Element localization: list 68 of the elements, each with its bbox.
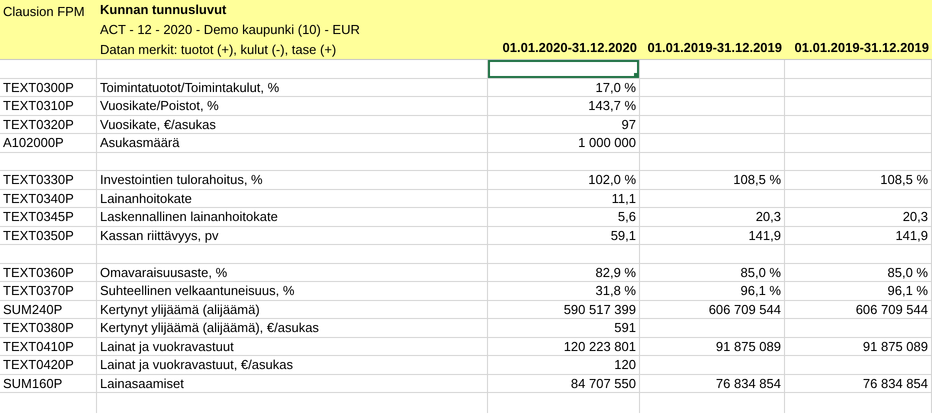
report-subtitle: ACT - 12 - 2020 - Demo kaupunki (10) - EUR (100, 21, 361, 40)
table-cell: 76 834 854 (640, 374, 785, 393)
table-cell: SUM240P (0, 300, 97, 319)
table-cell: 20,3 (785, 208, 932, 226)
table-cell: Lainat ja vuokravastuut, €/asukas (97, 356, 488, 374)
table-cell: Kassan riittävyys, pv (97, 226, 488, 245)
table-cell: TEXT0345P (0, 208, 97, 226)
column-header: 01.01.2019-31.12.2019 (648, 38, 782, 56)
table-cell: TEXT0420P (0, 356, 97, 374)
table-cell: 141,9 (785, 226, 932, 245)
table-cell: TEXT0300P (0, 78, 97, 97)
table-cell: Investointien tulorahoitus, % (97, 171, 488, 190)
table-cell: Vuosikate/Poistot, % (97, 97, 488, 116)
table-cell: Vuosikate, €/asukas (97, 116, 488, 134)
column-header: 01.01.2019-31.12.2019 (794, 38, 929, 56)
table-cell: Omavaraisuusaste, % (97, 264, 488, 282)
table-cell: TEXT0410P (0, 338, 97, 356)
table-cell: 1 000 000 (488, 134, 640, 152)
table-cell: 102,0 % (488, 171, 640, 190)
table-cell: 108,5 % (785, 171, 932, 190)
table-cell: 96,1 % (640, 282, 785, 300)
table-cell: 108,5 % (640, 171, 785, 190)
table-cell: 91 875 089 (785, 338, 932, 356)
table-cell: 590 517 399 (488, 300, 640, 319)
table-cell: 91 875 089 (640, 338, 785, 356)
table-cell: 120 (488, 356, 640, 374)
table-cell: TEXT0320P (0, 116, 97, 134)
table-cell: 85,0 % (785, 264, 932, 282)
table-cell: 11,1 (488, 190, 640, 208)
table-cell: 120 223 801 (488, 338, 640, 356)
table-cell: Lainat ja vuokravastuut (97, 338, 488, 356)
table-cell: Kertynyt ylijäämä (alijäämä) (97, 300, 488, 319)
table-cell: TEXT0310P (0, 97, 97, 116)
table-cell: 606 709 544 (640, 300, 785, 319)
column-header: 01.01.2020-31.12.2020 (502, 38, 637, 56)
table-cell: TEXT0350P (0, 226, 97, 245)
table-cell: 82,9 % (488, 264, 640, 282)
table-cell: Suhteellinen velkaantuneisuus, % (97, 282, 488, 300)
table-cell: 96,1 % (785, 282, 932, 300)
app-title: Clausion FPM (3, 4, 85, 19)
table-cell: Lainasaamiset (97, 374, 488, 393)
table-cell: 591 (488, 319, 640, 338)
table-cell: 76 834 854 (785, 374, 932, 393)
table-cell: Asukasmäärä (97, 134, 488, 152)
table-cell: 20,3 (640, 208, 785, 226)
sign-note: Datan merkit: tuotot (+), kulut (-), tase (+) (100, 40, 338, 59)
table-cell: Laskennallinen lainanhoitokate (97, 208, 488, 226)
report-title: Kunnan tunnusluvut (100, 1, 228, 20)
table-cell: TEXT0380P (0, 319, 97, 338)
table-cell: 97 (488, 116, 640, 134)
table-cell: SUM160P (0, 374, 97, 393)
table-cell: 31,8 % (488, 282, 640, 300)
table-cell: 141,9 (640, 226, 785, 245)
table-cell: 17,0 % (488, 78, 640, 97)
table-cell: 59,1 (488, 226, 640, 245)
table-cell: TEXT0370P (0, 282, 97, 300)
table-cell: 606 709 544 (785, 300, 932, 319)
table-cell: Toimintatuotot/Toimintakulut, % (97, 78, 488, 97)
table-cell: 5,6 (488, 208, 640, 226)
table-cell: TEXT0340P (0, 190, 97, 208)
table-cell: 143,7 % (488, 97, 640, 116)
table-cell: A102000P (0, 134, 97, 152)
table-cell: 85,0 % (640, 264, 785, 282)
table-cell: TEXT0360P (0, 264, 97, 282)
table-cell: Kertynyt ylijäämä (alijäämä), €/asukas (97, 319, 488, 338)
table-cell: Lainanhoitokate (97, 190, 488, 208)
table-cell: TEXT0330P (0, 171, 97, 190)
table-cell: 84 707 550 (488, 374, 640, 393)
